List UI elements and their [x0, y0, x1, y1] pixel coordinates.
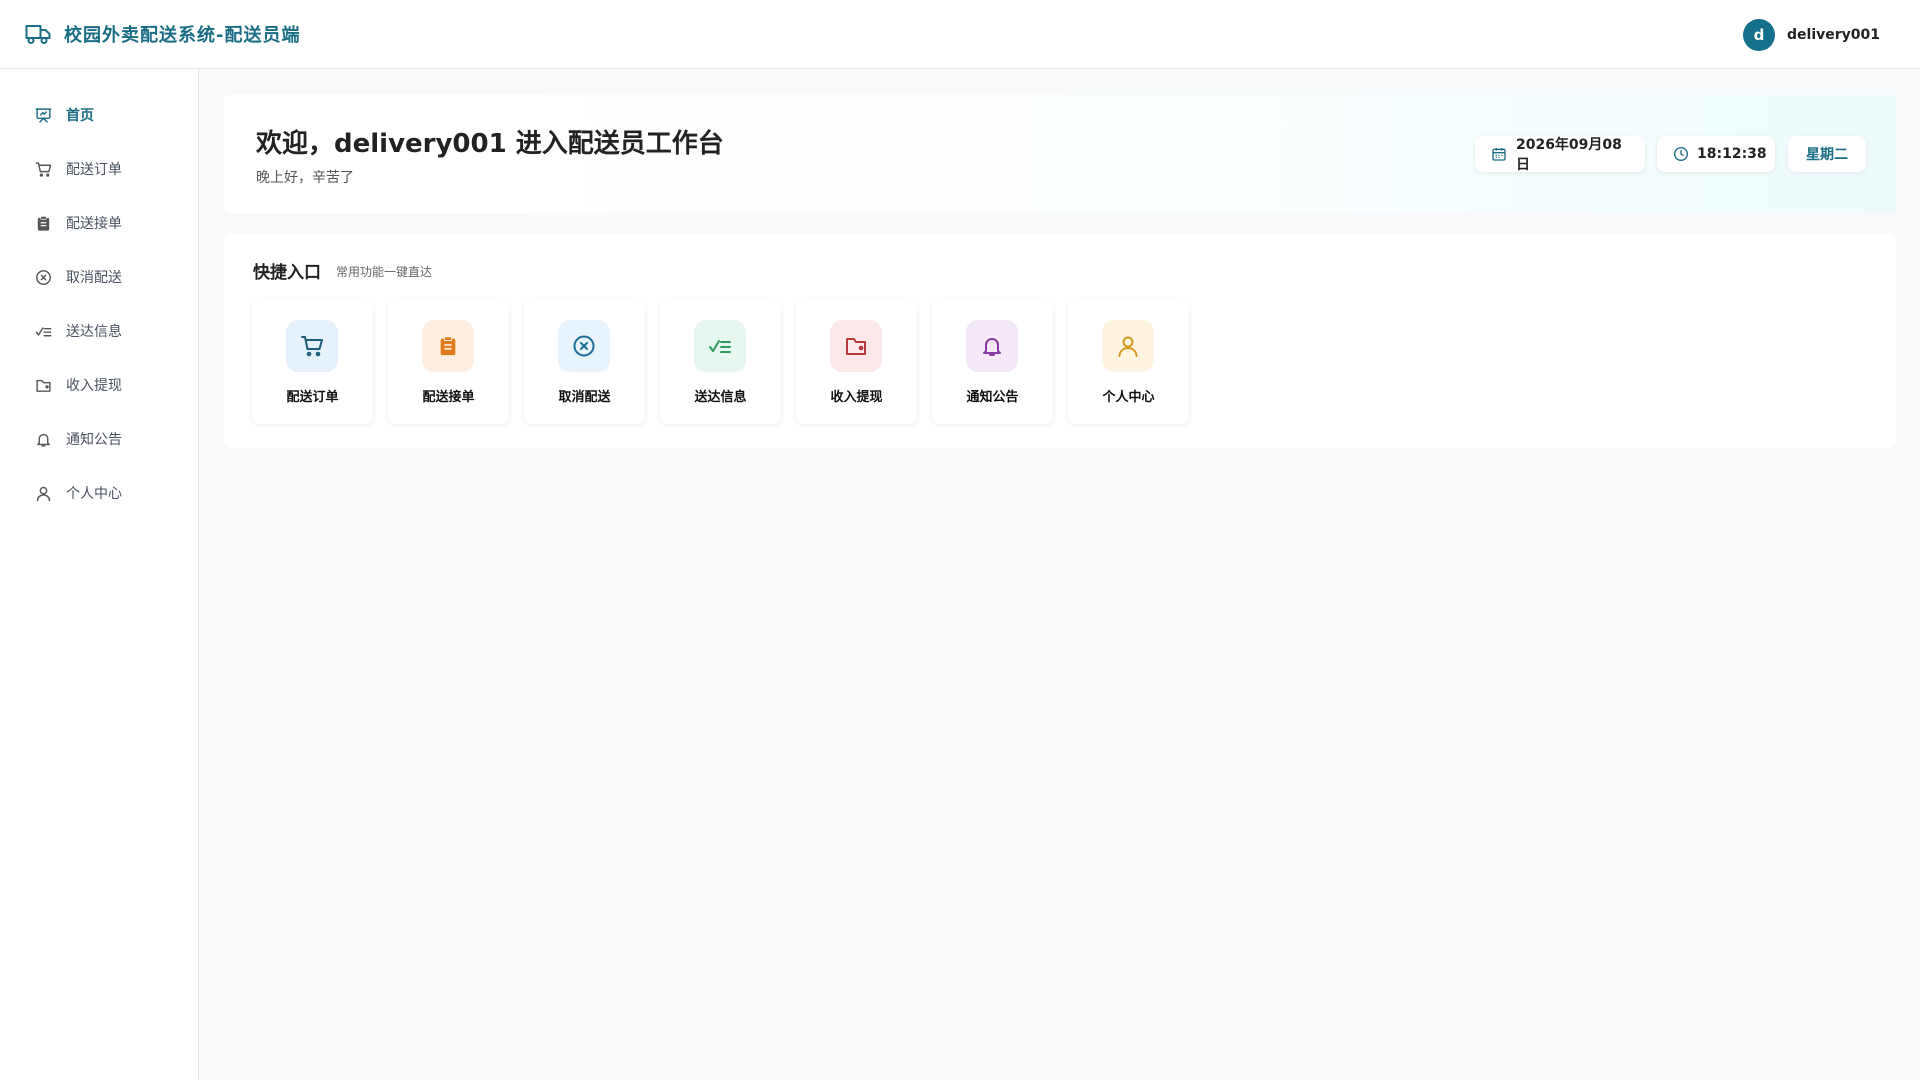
welcome-banner: 欢迎，delivery001 进入配送员工作台 晚上好，辛苦了 2026年09月…: [224, 95, 1896, 213]
quick-card-income-withdraw[interactable]: 收入提现: [796, 300, 917, 424]
quick-entry-title: 快捷入口: [253, 263, 321, 283]
bell-icon: [34, 430, 52, 448]
brand[interactable]: 校园外卖配送系统-配送员端: [24, 20, 300, 48]
quick-entry-subtitle: 常用功能一键直达: [336, 265, 433, 279]
cart-icon: [34, 160, 52, 178]
sidebar-item-cancel-delivery[interactable]: 取消配送: [34, 265, 122, 289]
circle-x-icon: [558, 320, 610, 372]
sidebar-item-profile[interactable]: 个人中心: [34, 481, 122, 505]
sidebar-item-label: 配送订单: [66, 162, 122, 178]
sidebar: 首页 配送订单 配送接单 取消配送 送达信息 收入提现 通知公告 个人中心: [0, 69, 199, 1080]
quick-card-label: 收入提现: [830, 390, 883, 405]
weekday-badge: 星期二: [1788, 136, 1866, 172]
sidebar-item-label: 取消配送: [66, 270, 122, 286]
username[interactable]: delivery001: [1787, 27, 1880, 43]
clock-icon: [1673, 145, 1689, 163]
quick-card-delivery-orders[interactable]: 配送订单: [252, 300, 373, 424]
time-text: 18:12:38: [1697, 146, 1767, 162]
user-icon: [1102, 320, 1154, 372]
quick-card-cancel-delivery[interactable]: 取消配送: [524, 300, 645, 424]
quick-card-label: 配送订单: [286, 390, 339, 405]
calendar-icon: [1491, 145, 1508, 163]
truck-icon: [24, 20, 52, 48]
checklist-icon: [34, 322, 52, 340]
sidebar-item-label: 收入提现: [66, 378, 122, 394]
quick-card-accept-orders[interactable]: 配送接单: [388, 300, 509, 424]
sidebar-item-label: 个人中心: [66, 486, 122, 502]
quick-card-notices[interactable]: 通知公告: [932, 300, 1053, 424]
welcome-subtitle: 晚上好，辛苦了: [256, 170, 354, 186]
sidebar-item-delivery-orders[interactable]: 配送订单: [34, 157, 122, 181]
sidebar-item-delivered-info[interactable]: 送达信息: [34, 319, 122, 343]
welcome-title: 欢迎，delivery001 进入配送员工作台: [256, 129, 724, 159]
quick-entry-panel: 快捷入口 常用功能一键直达 配送订单 配送接单 取消配送 送达信息 收入提现 通…: [224, 234, 1896, 448]
quick-card-label: 个人中心: [1102, 390, 1155, 405]
weekday-text: 星期二: [1806, 147, 1848, 163]
avatar[interactable]: d: [1743, 19, 1775, 51]
checklist-icon: [694, 320, 746, 372]
clipboard-icon: [422, 320, 474, 372]
quick-card-label: 配送接单: [422, 390, 475, 405]
quick-card-profile[interactable]: 个人中心: [1068, 300, 1189, 424]
sidebar-item-label: 首页: [66, 108, 94, 124]
sidebar-item-label: 配送接单: [66, 216, 122, 232]
time-badge: 18:12:38: [1657, 136, 1775, 172]
date-badge: 2026年09月08日: [1475, 136, 1645, 173]
cart-icon: [286, 320, 338, 372]
sidebar-item-label: 送达信息: [66, 324, 122, 340]
quick-card-label: 通知公告: [966, 390, 1019, 405]
app-title: 校园外卖配送系统-配送员端: [64, 25, 301, 46]
quick-card-delivered-info[interactable]: 送达信息: [660, 300, 781, 424]
sidebar-item-income-withdraw[interactable]: 收入提现: [34, 373, 122, 397]
top-header: 校园外卖配送系统-配送员端 d delivery001: [0, 0, 1920, 69]
sidebar-item-home[interactable]: 首页: [34, 103, 94, 127]
wallet-icon: [830, 320, 882, 372]
clipboard-icon: [34, 214, 52, 232]
presentation-icon: [34, 106, 52, 124]
circle-x-icon: [34, 268, 52, 286]
date-text: 2026年09月08日: [1515, 137, 1622, 173]
quick-card-label: 取消配送: [558, 390, 611, 405]
sidebar-item-notices[interactable]: 通知公告: [34, 427, 122, 451]
bell-icon: [966, 320, 1018, 372]
user-menu[interactable]: d delivery001: [1743, 19, 1880, 51]
quick-card-label: 送达信息: [694, 390, 747, 405]
wallet-icon: [34, 376, 52, 394]
sidebar-item-label: 通知公告: [66, 432, 122, 448]
sidebar-item-accept-orders[interactable]: 配送接单: [34, 211, 122, 235]
user-icon: [34, 484, 52, 502]
